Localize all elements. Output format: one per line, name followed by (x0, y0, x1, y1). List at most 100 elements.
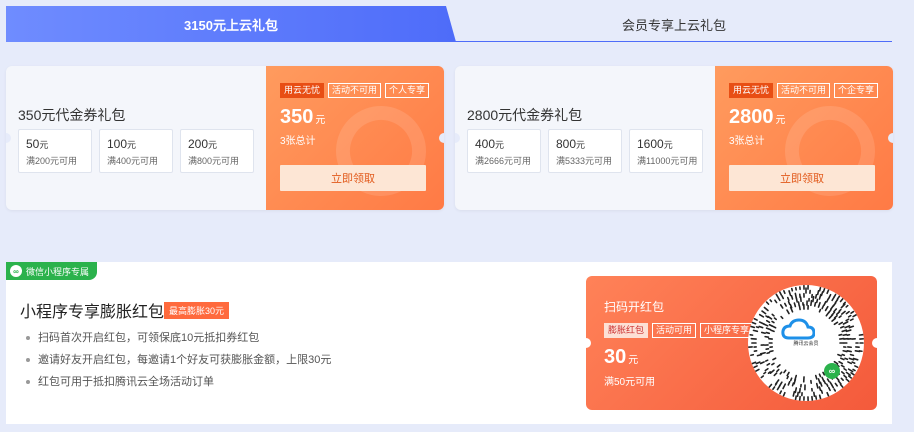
qr-code-icon[interactable]: 腾讯云会员 ∞ (748, 285, 864, 401)
panel-title: 小程序专享膨胀红包 (20, 304, 165, 321)
rule-item: 红包可用于抵扣腾讯云全场活动订单 (24, 372, 331, 394)
qr-dash (831, 311, 836, 316)
qr-dash (839, 297, 844, 303)
tag: 活动不可用 (777, 83, 831, 98)
tag-list: 用云无忧 活动不可用 个企专享 (729, 83, 879, 98)
red-packet-condition: 满50元可用 (604, 377, 656, 388)
qr-dash (838, 308, 842, 312)
qr-dash (815, 395, 818, 400)
card-offer: 用云无忧 活动不可用 个企专享 2800 元 3张总计 立即领取 (715, 66, 893, 210)
price-value: 350 (280, 106, 314, 128)
qr-dash (818, 293, 822, 300)
voucher-condition: 满400元可用 (107, 156, 159, 166)
voucher-item: 50元 满200元可用 (18, 129, 92, 173)
voucher-unit: 元 (208, 140, 218, 150)
price-unit: 元 (775, 115, 786, 126)
qr-dash (821, 304, 825, 310)
qr-dash (775, 293, 779, 298)
qr-dash (845, 318, 850, 322)
qr-dash (826, 391, 830, 398)
qr-dash (766, 351, 771, 355)
cloud-icon (781, 318, 815, 340)
tag-list: 膨胀红包 活动可用 小程序专享 (604, 323, 754, 338)
qr-dash (849, 318, 854, 322)
claim-button[interactable]: 立即领取 (280, 165, 426, 191)
qr-dash (842, 321, 849, 325)
qr-dash (765, 315, 769, 319)
tag: 活动可用 (652, 323, 697, 338)
link-icon: ∞ (10, 265, 22, 277)
voucher-amount: 200 (188, 137, 209, 151)
card-notch (586, 338, 591, 348)
qr-dash (812, 295, 815, 303)
tag: 个企专享 (834, 83, 879, 98)
qr-dash (764, 335, 770, 338)
qr-dash (765, 319, 771, 324)
tab-3150-gift[interactable]: 3150元上云礼包 (6, 6, 456, 42)
voucher-item: 200元 满800元可用 (180, 129, 254, 173)
voucher-count: 3张总计 (729, 136, 765, 147)
qr-dash (793, 302, 797, 308)
qr-dash (771, 320, 775, 324)
qr-dash (774, 299, 778, 304)
qr-dash (818, 373, 822, 378)
qr-dash (763, 371, 767, 375)
qr-dash (790, 294, 794, 300)
price-value: 2800 (729, 106, 774, 128)
qr-dash (854, 365, 859, 368)
qr-dash (827, 386, 831, 392)
qr-dash (827, 293, 832, 300)
qr-dash (814, 374, 818, 380)
qr-dash (771, 313, 775, 317)
qr-dash (789, 377, 793, 382)
max-bonus-tag: 最高膨胀30元 (164, 302, 230, 319)
qr-dash (755, 326, 760, 329)
qr-dash (750, 361, 757, 365)
qr-dash (773, 372, 778, 377)
gift-price: 350 元 (280, 106, 325, 129)
qr-dash (838, 321, 844, 326)
qr-dash (850, 371, 856, 377)
qr-dash (792, 390, 796, 397)
qr-dash (818, 386, 822, 392)
price-unit: 元 (628, 355, 639, 366)
qr-dash (851, 361, 856, 364)
qr-dash (776, 368, 780, 373)
voucher-condition: 满11000元可用 (637, 156, 698, 166)
qr-dash (760, 331, 766, 335)
qr-dash (843, 367, 847, 371)
qr-dash (833, 321, 839, 326)
qr-dash (822, 287, 826, 293)
qr-dash (823, 300, 827, 306)
claim-button[interactable]: 立即领取 (729, 165, 875, 191)
qr-dash (840, 377, 844, 381)
voucher-amount: 400 (475, 137, 496, 151)
voucher-amount: 50 (26, 137, 40, 151)
rules-list: 扫码首次开启红包，可领保底10元抵扣券红包 邀请好友开启红包，每邀请1个好友可获… (24, 328, 331, 394)
badge-label: 微信小程序专属 (26, 266, 90, 277)
qr-dash (765, 301, 770, 305)
tab-member-gift[interactable]: 会员专享上云礼包 (456, 6, 892, 42)
voucher-unit: 元 (576, 140, 586, 150)
qr-dash (818, 394, 822, 401)
qr-dash (768, 323, 773, 327)
qr-dash (845, 371, 851, 376)
voucher-unit: 元 (663, 140, 673, 150)
price-value: 30 (604, 346, 627, 368)
rule-item: 邀请好友开启红包，每邀请1个好友可获膨胀金额，上限30元 (24, 350, 331, 372)
qr-dash (831, 384, 835, 389)
qr-dash (840, 364, 845, 368)
card-info: 350元代金券礼包 50元 满200元可用 100元 满400元可用 200元 … (6, 66, 266, 210)
qr-dash (838, 333, 843, 336)
qr-dash (758, 313, 765, 318)
qr-dash (846, 350, 852, 353)
qr-dash (767, 383, 773, 389)
qr-dash (776, 364, 781, 368)
qr-dash (852, 313, 858, 318)
qr-dash (753, 365, 758, 369)
qr-dash (748, 325, 756, 329)
qr-dash (847, 368, 854, 373)
qr-dash (834, 382, 838, 387)
qr-dash (756, 353, 763, 357)
qr-dash (766, 362, 771, 366)
